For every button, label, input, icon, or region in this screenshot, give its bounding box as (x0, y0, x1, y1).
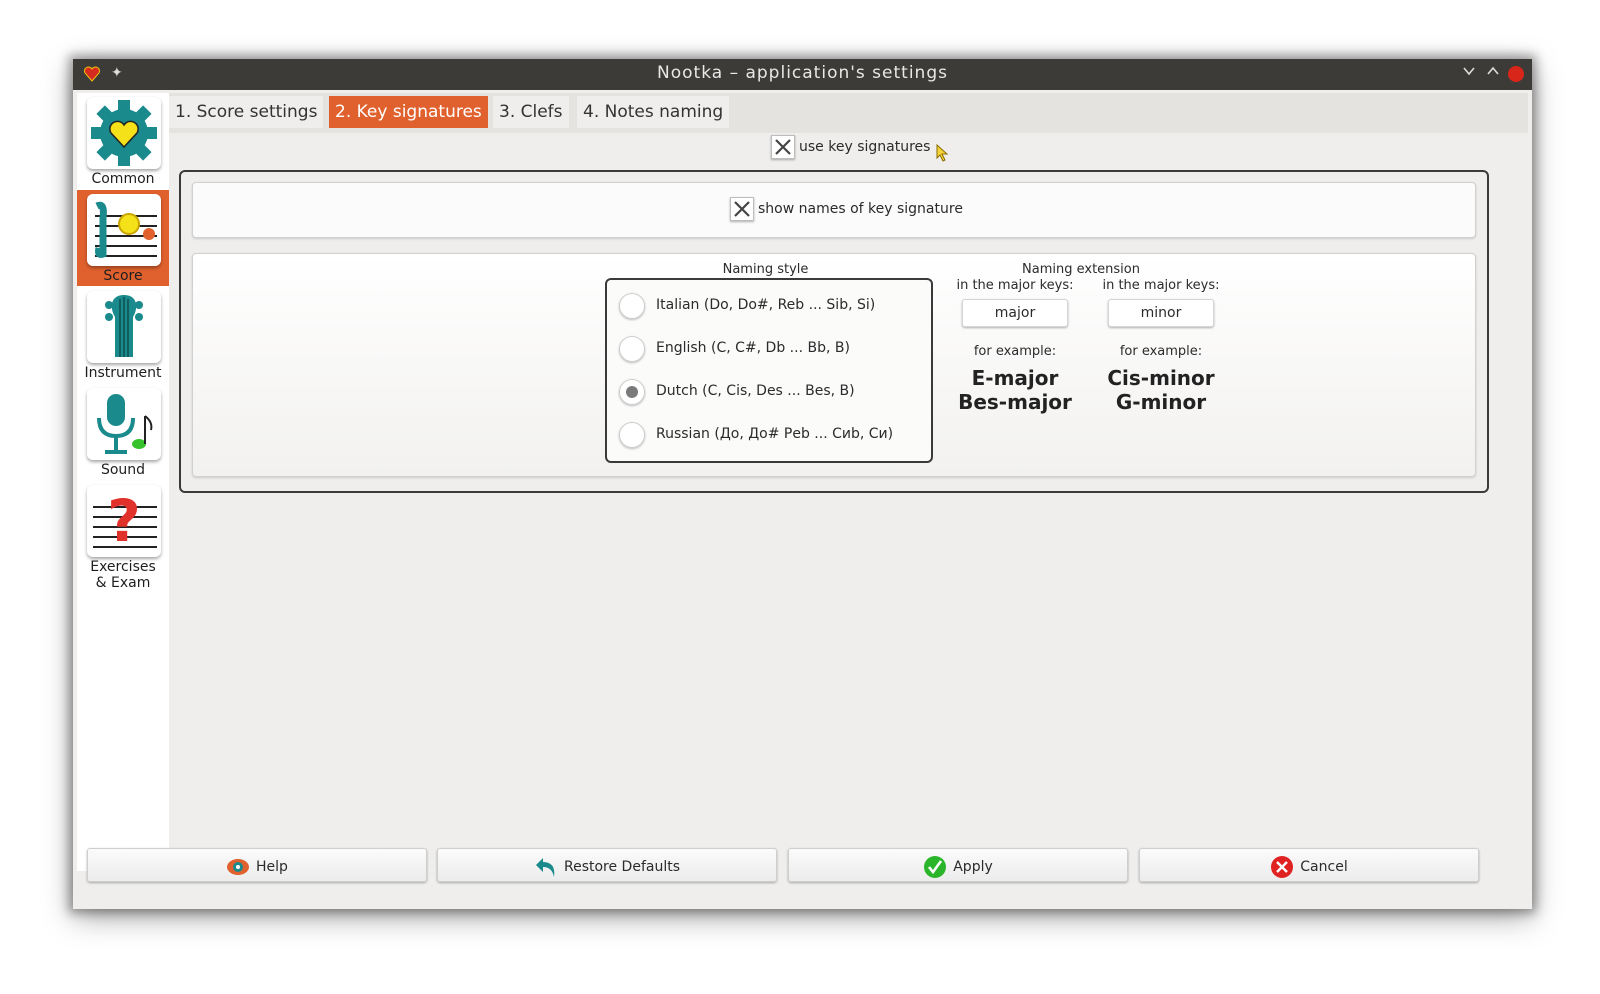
help-button[interactable]: Help (87, 848, 427, 882)
chevron-up-icon[interactable] (1486, 64, 1500, 82)
window-title: Nootka – application's settings (657, 63, 948, 83)
sidebar-label-score: Score (103, 268, 143, 284)
radio-english[interactable] (619, 336, 645, 362)
minor-keys-caption: in the major keys: (1102, 278, 1220, 293)
cancel-label: Cancel (1300, 859, 1348, 875)
question-staff-icon: ? (87, 485, 161, 557)
use-key-signatures-label: use key signatures (799, 139, 931, 155)
minor-example-caption: for example: (1119, 344, 1203, 359)
major-extension-input[interactable]: major (962, 299, 1068, 327)
radio-label-italian: Italian (Do, Do#, Reb ... Sib, Si) (656, 297, 876, 313)
sidebar-item-exercises[interactable]: ? Exercises & Exam (77, 481, 169, 593)
settings-window: ✦ Nootka – application's settings Common… (73, 59, 1532, 909)
radio-label-russian: Russian (До, До# Реb ... Сиb, Си) (656, 426, 894, 442)
tab-clefs[interactable]: 3. Clefs (493, 96, 569, 128)
sidebar-item-score[interactable]: Score (77, 190, 169, 286)
radio-label-dutch: Dutch (C, Cis, Des ... Bes, B) (656, 383, 855, 399)
help-icon (226, 855, 250, 879)
close-icon[interactable] (1508, 66, 1524, 82)
score-icon (87, 194, 161, 266)
minor-example-1: Cis-minor (1107, 366, 1215, 390)
mouse-cursor-icon (936, 143, 950, 166)
apply-button[interactable]: Apply (788, 848, 1128, 882)
major-example-caption: for example: (973, 344, 1057, 359)
major-example-2: Bes-major (958, 390, 1072, 414)
show-names-checkbox[interactable] (730, 197, 754, 221)
settings-sidebar: Common Score Instrument Sound ? Exercise… (77, 93, 169, 871)
svg-text:?: ? (107, 487, 141, 555)
restore-defaults-button[interactable]: Restore Defaults (437, 848, 777, 882)
sidebar-label-instrument: Instrument (84, 365, 162, 381)
undo-arrow-icon (534, 855, 558, 879)
use-key-signatures-checkbox[interactable] (771, 135, 795, 159)
help-label: Help (256, 859, 288, 875)
show-names-label: show names of key signature (758, 201, 963, 217)
major-keys-caption: in the major keys: (956, 278, 1074, 293)
tab-notes-naming[interactable]: 4. Notes naming (577, 96, 730, 128)
radio-russian[interactable] (619, 422, 645, 448)
naming-style-title: Naming style (722, 262, 809, 277)
restore-defaults-label: Restore Defaults (563, 859, 681, 875)
guitar-icon (87, 291, 161, 363)
radio-selected-dot (626, 386, 638, 398)
radio-label-english: English (C, C#, Db ... Bb, B) (656, 340, 850, 356)
chevron-down-icon[interactable] (1462, 64, 1476, 82)
radio-dutch[interactable] (619, 379, 645, 405)
sidebar-item-sound[interactable]: Sound (77, 384, 169, 480)
radio-italian[interactable] (619, 293, 645, 319)
microphone-icon (87, 388, 161, 460)
sidebar-label-sound: Sound (100, 462, 146, 478)
checkmark-icon (923, 855, 947, 879)
tab-key-signatures[interactable]: 2. Key signatures (329, 96, 488, 128)
minor-extension-input[interactable]: minor (1108, 299, 1214, 327)
apply-label: Apply (953, 859, 993, 875)
naming-extension-title: Naming extension (1022, 262, 1140, 277)
minor-example-2: G-minor (1115, 390, 1207, 414)
cancel-button[interactable]: Cancel (1139, 848, 1479, 882)
sidebar-label-common: Common (91, 171, 155, 187)
cancel-icon (1270, 855, 1294, 879)
sidebar-item-common[interactable]: Common (77, 93, 169, 189)
title-bar[interactable]: ✦ Nootka – application's settings (73, 59, 1532, 90)
sidebar-item-instrument[interactable]: Instrument (77, 287, 169, 383)
tab-score-settings[interactable]: 1. Score settings (169, 96, 324, 128)
major-example-1: E-major (971, 366, 1059, 390)
tab-bar: 1. Score settings 2. Key signatures 3. C… (169, 93, 1528, 133)
sidebar-label-exercises: Exercises & Exam (90, 559, 156, 591)
gear-heart-icon (87, 97, 161, 169)
